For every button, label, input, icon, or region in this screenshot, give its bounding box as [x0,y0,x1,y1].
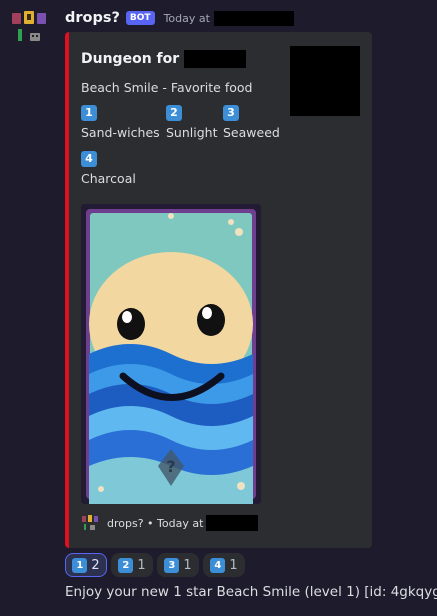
reaction-count: 1 [183,557,192,573]
embed-footer: drops? • Today at [81,514,259,532]
option-label: Sand-wiches [81,125,160,140]
keycap-1-icon: 1 [81,105,97,121]
keycap-2-icon: 2 [118,557,134,573]
bot-badge: BOT [125,11,155,25]
option-4: 4 Charcoal [81,151,136,186]
bot-footer-icon [82,515,98,530]
keycap-4-icon: 4 [210,557,226,573]
option-2: 2 Sunlight [166,105,217,140]
reaction-2[interactable]: 2 1 [111,553,153,577]
keycap-4-icon: 4 [81,151,97,167]
card-image[interactable]: ? [81,204,261,504]
option-label: Charcoal [81,171,136,186]
keycap-2-icon: 2 [166,105,182,121]
keycap-1-icon: 1 [72,557,88,573]
reaction-count: 1 [137,557,146,573]
option-1: 1 Sand-wiches [81,105,160,140]
keycap-3-icon: 3 [223,105,239,121]
reaction-4[interactable]: 4 1 [203,553,245,577]
option-label: Seaweed [223,125,280,140]
message-timestamp: Today at [163,11,210,25]
redacted-username [184,50,247,68]
reaction-3[interactable]: 3 1 [157,553,199,577]
svg-text:?: ? [166,457,175,476]
message-content: Enjoy your new 1 star Beach Smile (level… [65,584,437,600]
reaction-count: 2 [91,557,100,573]
bot-avatar[interactable] [10,9,48,49]
message-header: drops? BOT Today at [65,8,294,28]
embed-title: Dungeon for [81,50,247,68]
reaction-1[interactable]: 1 2 [65,553,107,577]
option-3: 3 Seaweed [223,105,280,140]
keycap-3-icon: 3 [164,557,180,573]
footer-text: drops? • Today at [107,516,204,530]
embed-thumbnail-redacted [290,46,360,116]
reaction-count: 1 [229,557,238,573]
embed-description: Beach Smile - Favorite food [81,80,253,95]
username[interactable]: drops? [65,10,120,26]
embed-title-text: Dungeon for [81,51,180,67]
reaction-bar: 1 2 2 1 3 1 4 1 [65,553,245,577]
beach-smile-card-art: ? [81,204,261,504]
dungeon-embed: Dungeon for Beach Smile - Favorite food … [65,32,372,548]
redacted-timestamp [213,10,294,26]
option-label: Sunlight [166,125,218,140]
redacted-footer-time [206,515,259,531]
